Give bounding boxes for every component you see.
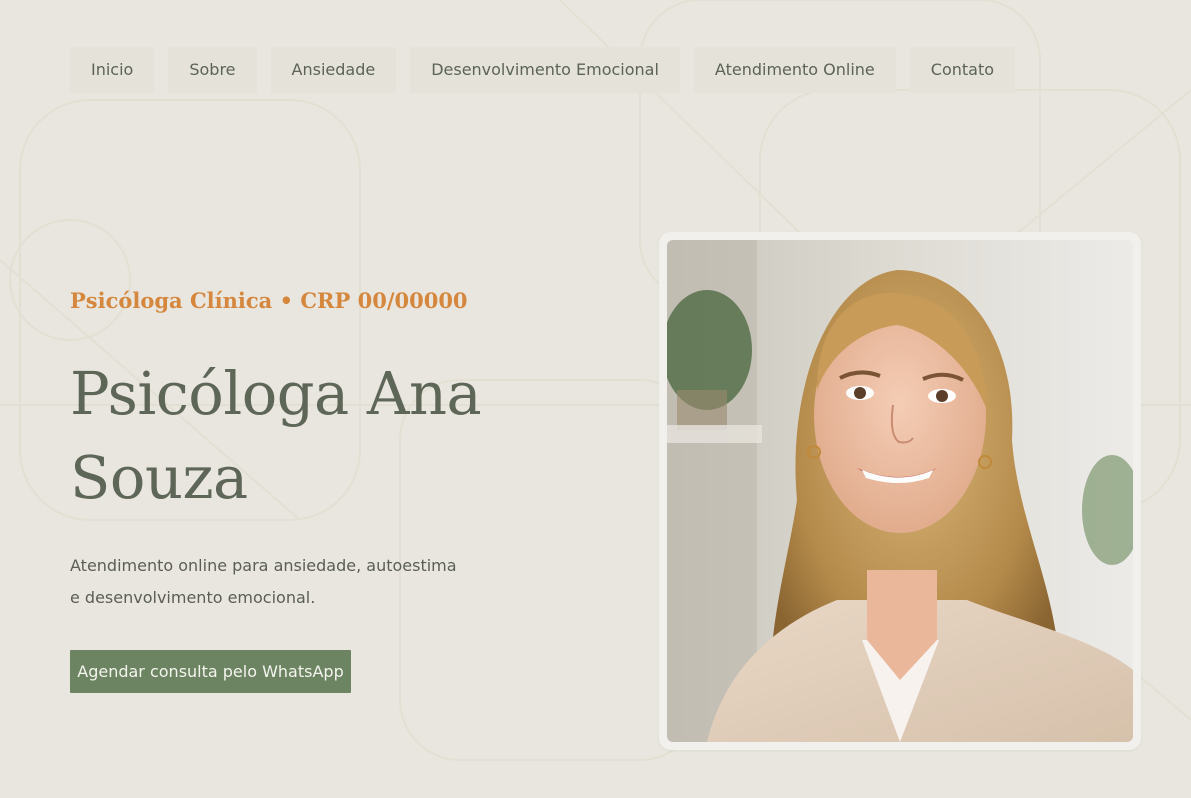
nav-item-contato[interactable]: Contato: [909, 47, 1016, 93]
nav-item-ansiedade[interactable]: Ansiedade: [270, 47, 397, 93]
profile-photo: [667, 240, 1133, 742]
credential-eyebrow: Psicóloga Clínica • CRP 00/00000: [70, 288, 468, 313]
nav-item-sobre[interactable]: Sobre: [168, 47, 257, 93]
hero-subtitle: Atendimento online para ansiedade, autoe…: [70, 556, 457, 607]
nav-item-inicio[interactable]: Inicio: [70, 47, 155, 93]
whatsapp-cta-button[interactable]: Agendar consulta pelo WhatsApp: [70, 650, 351, 693]
nav-item-atendimento-online[interactable]: Atendimento Online: [693, 47, 896, 93]
nav-item-desenvolvimento-emocional[interactable]: Desenvolvimento Emocional: [410, 47, 680, 93]
profile-photo-frame: [659, 232, 1141, 750]
main-nav: Inicio Sobre Ansiedade Desenvolvimento E…: [70, 47, 1029, 93]
page-title: Psicóloga Ana Souza: [70, 359, 482, 512]
